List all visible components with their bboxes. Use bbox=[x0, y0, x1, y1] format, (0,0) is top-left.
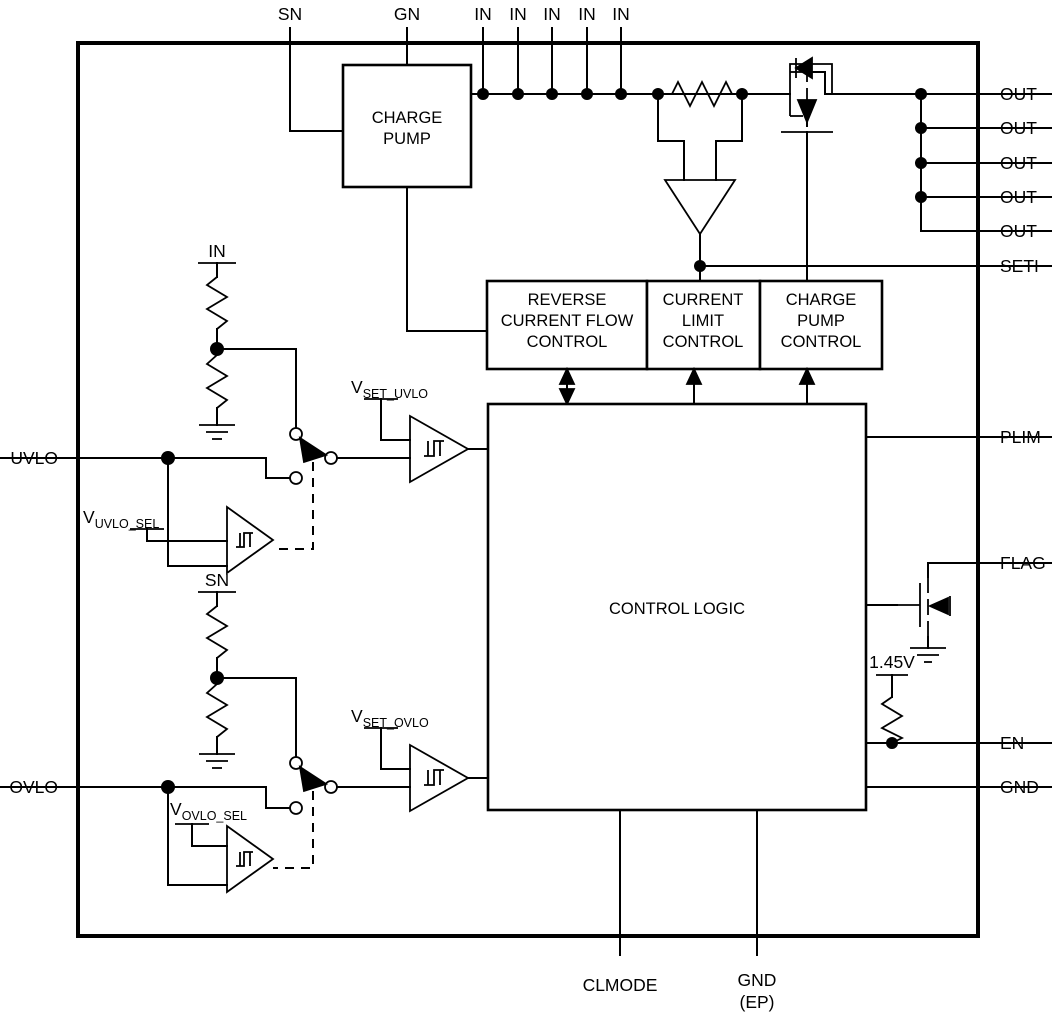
rcfc-line2: CURRENT FLOW bbox=[501, 312, 634, 330]
junction-dot-en bbox=[886, 737, 898, 749]
cpc-line2: PUMP bbox=[797, 312, 845, 330]
right-pin-labels-bottom: PLIM FLAG EN GND bbox=[1000, 427, 1046, 797]
amplifier-triangle bbox=[663, 179, 737, 236]
charge-pump-label-line2: PUMP bbox=[383, 130, 431, 148]
en-pullup-voltage-label: 1.45V bbox=[869, 652, 915, 672]
bottom-pin-labels: CLMODE GND (EP) bbox=[583, 970, 777, 1012]
rcfc-line3: CONTROL bbox=[527, 333, 608, 351]
pin-label-in-3: IN bbox=[543, 4, 561, 24]
ovlo-comparator-triangle bbox=[409, 743, 470, 813]
clc-line2: LIMIT bbox=[682, 312, 724, 330]
pin-label-gnd-ep: GND bbox=[738, 970, 777, 990]
functional-block-diagram: SN GN IN IN IN IN IN CHARGE PUMP OUT OUT… bbox=[0, 0, 1052, 1024]
pin-label-gnd-ep-sub: (EP) bbox=[740, 992, 775, 1012]
pin-label-in-2: IN bbox=[509, 4, 527, 24]
junction-dot-sense-left bbox=[652, 88, 664, 100]
charge-pump-block: CHARGE PUMP bbox=[341, 63, 488, 332]
junction-dot-out3 bbox=[915, 157, 927, 169]
v-set-ovlo-label: VSET_OVLO bbox=[351, 706, 429, 730]
control-logic-block: CONTROL LOGIC bbox=[486, 402, 868, 812]
junction-dot-in1 bbox=[477, 88, 489, 100]
v-uvlo-sel-label: VUVLO_SEL bbox=[83, 507, 159, 531]
arrow-up-rcfc bbox=[558, 366, 576, 385]
junction-dot-out2 bbox=[915, 122, 927, 134]
top-pin-labels: SN GN IN IN IN IN IN bbox=[278, 4, 630, 24]
sense-amplifier bbox=[657, 99, 743, 282]
pass-mosfet bbox=[741, 56, 922, 267]
junction-dot-in4 bbox=[581, 88, 593, 100]
charge-pump-label-line1: CHARGE bbox=[372, 109, 443, 127]
flag-open-drain-mosfet bbox=[897, 562, 1052, 663]
uvlo-section: IN UVLO VSET_UVLO VUVLO_SEL bbox=[0, 241, 489, 575]
body-diode-triangle bbox=[794, 56, 813, 80]
pin-label-in-5: IN bbox=[612, 4, 630, 24]
pin-label-out-1: OUT bbox=[1000, 84, 1037, 104]
clc-line1: CURRENT bbox=[663, 291, 744, 309]
pin-label-plim: PLIM bbox=[1000, 427, 1041, 447]
ovlo-section: SN OVLO VSET_OVLO VOVLO_SEL bbox=[0, 570, 489, 894]
pin-label-gnd: GND bbox=[1000, 777, 1039, 797]
cpc-line3: CONTROL bbox=[781, 333, 862, 351]
pin-label-out-5: OUT bbox=[1000, 221, 1037, 241]
control-subblocks-row: REVERSE CURRENT FLOW CONTROL CURRENT LIM… bbox=[485, 279, 884, 371]
uvlo-comparator-triangle bbox=[409, 414, 470, 484]
junction-dot-out4 bbox=[915, 191, 927, 203]
en-pullup-network: 1.45V bbox=[869, 652, 915, 749]
junction-dot-in5 bbox=[615, 88, 627, 100]
control-logic-label: CONTROL LOGIC bbox=[609, 600, 745, 618]
uvlo-switch-pointer bbox=[298, 436, 329, 464]
arrow-up-cpc bbox=[798, 366, 816, 385]
flag-mosfet-arrow bbox=[927, 596, 949, 616]
arrow-up-clc bbox=[685, 366, 703, 385]
pin-label-gn: GN bbox=[394, 4, 420, 24]
right-pin-labels-top: OUT OUT OUT OUT OUT SETI bbox=[1000, 84, 1039, 276]
ovlo-switch-terminal-b bbox=[289, 801, 303, 815]
uvlo-rail-label: IN bbox=[208, 241, 226, 261]
cpc-line1: CHARGE bbox=[786, 291, 857, 309]
pin-label-out-4: OUT bbox=[1000, 187, 1037, 207]
pin-label-sn: SN bbox=[278, 4, 302, 24]
uvlo-switch-terminal-b bbox=[289, 471, 303, 485]
pin-label-out-3: OUT bbox=[1000, 153, 1037, 173]
pin-label-in-4: IN bbox=[578, 4, 596, 24]
pin-label-in-1: IN bbox=[474, 4, 492, 24]
v-set-uvlo-label-base: VSET_UVLO bbox=[351, 377, 428, 401]
pin-label-seti: SETI bbox=[1000, 256, 1039, 276]
uvlo-switch-common bbox=[324, 451, 338, 465]
pin-label-en: EN bbox=[1000, 733, 1024, 753]
ovlo-switch-pointer bbox=[298, 765, 329, 793]
ovlo-rail-label: SN bbox=[205, 570, 229, 590]
mosfet-current-arrow bbox=[796, 99, 818, 125]
clc-line3: CONTROL bbox=[663, 333, 744, 351]
pin-label-out-2: OUT bbox=[1000, 118, 1037, 138]
junction-dot-in3 bbox=[546, 88, 558, 100]
rcfc-line1: REVERSE bbox=[528, 291, 607, 309]
v-ovlo-sel-label: VOVLO_SEL bbox=[170, 799, 247, 823]
junction-dot-in2 bbox=[512, 88, 524, 100]
pin-label-clmode: CLMODE bbox=[583, 975, 658, 995]
control-subblock-arrows bbox=[558, 366, 816, 407]
ovlo-switch-common bbox=[324, 780, 338, 794]
junction-dot-out1 bbox=[915, 88, 927, 100]
arrow-down-rcfc bbox=[558, 388, 576, 407]
